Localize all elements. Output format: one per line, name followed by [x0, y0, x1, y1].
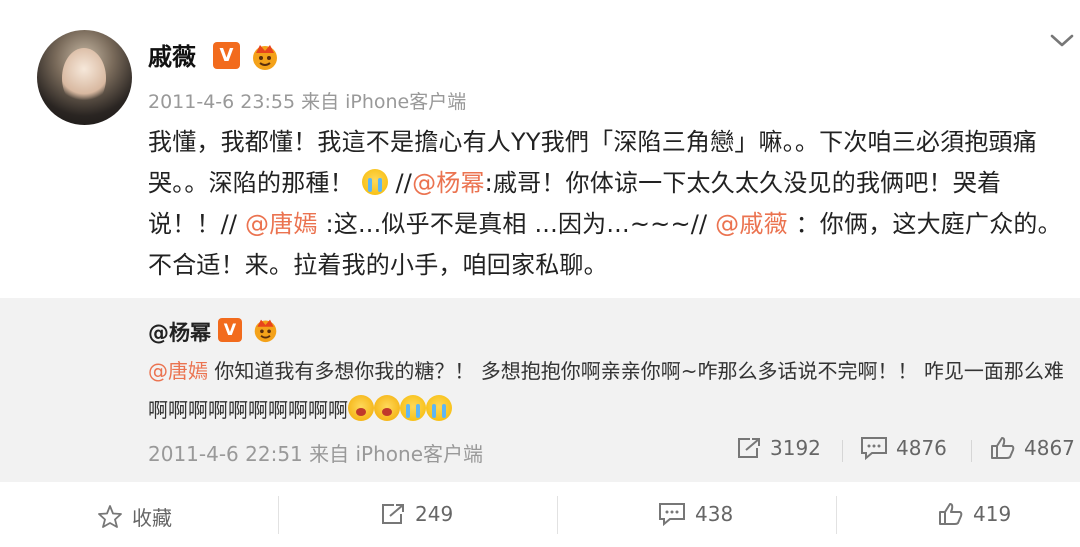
comment-icon [861, 437, 887, 460]
repost-text: @唐嫣 你知道我有多想你我的糖？！ 多想抱抱你啊亲亲你啊~咋那么多话说不完啊！！… [148, 352, 1073, 430]
favorite-label: 收藏 [132, 506, 172, 530]
like-button[interactable]: 419 [938, 502, 1011, 526]
divider [836, 496, 837, 534]
repost-author[interactable]: @杨幂 [148, 317, 211, 347]
chevron-down-icon[interactable] [1048, 30, 1076, 50]
repost-like-button[interactable]: 4867 [990, 436, 1075, 460]
comment-count: 4876 [896, 436, 947, 460]
action-bar: 收藏 249 438 419 [0, 482, 1080, 547]
thumbs-up-icon [991, 437, 1015, 459]
repost-count: 3192 [770, 436, 821, 460]
crown-member-icon [254, 319, 277, 343]
post-text: :这...似乎不是真相 ...因为...~~~// [317, 210, 716, 238]
comment-count: 438 [695, 502, 734, 526]
repost-count: 249 [415, 502, 454, 526]
vip-badge-icon: V [213, 42, 240, 69]
crying-emoji-icon [361, 169, 388, 195]
post-text: // [387, 169, 413, 197]
post-content: 我懂，我都懂！我這不是擔心有人YY我們「深陷三角戀」嘛。。下次咱三必須抱頭痛哭。… [148, 122, 1073, 286]
mention-link[interactable]: @唐嫣 [245, 210, 318, 238]
share-icon [382, 504, 404, 524]
crying-emoji-icon [426, 395, 452, 421]
comment-button[interactable]: 438 [658, 502, 733, 526]
post-timestamp: 2011-4-6 23:55 来自 iPhone客户端 [148, 91, 467, 113]
divider [278, 496, 279, 534]
author-avatar[interactable] [37, 30, 132, 125]
crown-member-icon [253, 45, 277, 70]
divider [842, 440, 843, 462]
comment-icon [659, 503, 685, 526]
thumbs-up-icon [939, 503, 963, 525]
divider [971, 440, 972, 462]
repost-share-button[interactable]: 3192 [736, 436, 821, 460]
weibo-post: 戚薇 V 2011-4-6 23:55 来自 iPhone客户端 我懂，我都懂！… [0, 0, 1080, 547]
vip-badge-icon: V [218, 318, 242, 342]
divider [557, 496, 558, 534]
crying-emoji-icon [400, 395, 426, 421]
star-icon [98, 505, 122, 528]
mention-link[interactable]: @戚薇 [715, 210, 788, 238]
repost-stats: 3192 4876 4867 [0, 436, 1080, 464]
like-count: 419 [973, 502, 1012, 526]
repost-button[interactable]: 249 [380, 502, 453, 526]
like-count: 4867 [1024, 436, 1075, 460]
mention-link[interactable]: @唐嫣 [148, 359, 208, 383]
repost-comment-button[interactable]: 4876 [860, 436, 947, 460]
wailing-emoji-icon [348, 395, 374, 421]
share-icon [738, 438, 760, 458]
repost-body: 你知道我有多想你我的糖？！ 多想抱抱你啊亲亲你啊~咋那么多话说不完啊！！ 咋见一… [148, 359, 1064, 422]
reposted-content[interactable]: @杨幂 V @唐嫣 你知道我有多想你我的糖？！ 多想抱抱你啊亲亲你啊~咋那么多话… [0, 298, 1080, 482]
favorite-button[interactable]: 收藏 [97, 502, 172, 531]
mention-link[interactable]: @杨幂 [412, 169, 485, 197]
author-name[interactable]: 戚薇 [148, 37, 196, 72]
wailing-emoji-icon [374, 395, 400, 421]
